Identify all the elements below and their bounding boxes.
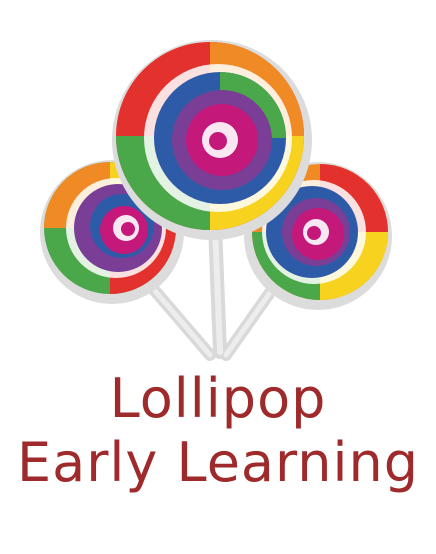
brand-name-line1: Lollipop bbox=[109, 367, 327, 430]
brand-name-line2: Early Learning bbox=[17, 431, 419, 494]
lollipop-center bbox=[112, 40, 312, 240]
